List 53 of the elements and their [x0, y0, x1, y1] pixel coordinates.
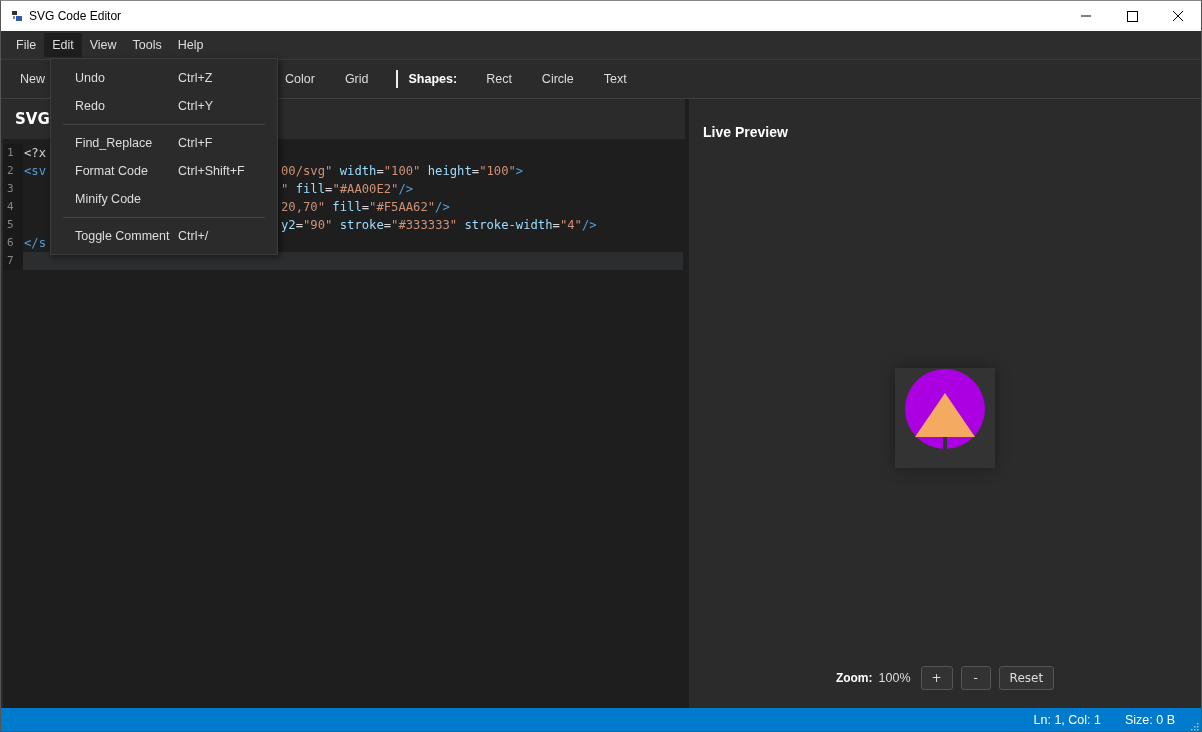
menu-option-label: Format Code — [75, 164, 149, 178]
cursor-position: Ln: 1, Col: 1 — [1033, 712, 1101, 727]
shortcut-text: Ctrl+Shift+F — [178, 164, 245, 178]
file-size: Size: 0 B — [1124, 712, 1175, 727]
zoom-button[interactable]: + — [920, 666, 953, 690]
line-number: 4 — [3, 198, 23, 216]
menu-option-label: Undo — [75, 71, 106, 85]
shortcut-text: Ctrl+/ — [178, 229, 209, 243]
menu-option-label: Toggle Comment — [75, 229, 171, 243]
menu-item[interactable]: View — [81, 33, 125, 57]
menu-option[interactable]: Undo Ctrl+Z — [51, 64, 277, 92]
code-text: </s — [24, 235, 46, 252]
code-text: <sv — [24, 163, 46, 180]
shortcut-text: Ctrl+Z — [178, 71, 213, 85]
menu-item[interactable]: File — [8, 33, 45, 57]
menu-item[interactable]: Edit — [44, 33, 82, 57]
line-number: 2 — [3, 162, 23, 180]
toolbar-button[interactable]: Circle — [530, 68, 585, 90]
menu-option[interactable]: Toggle Comment Ctrl+/ — [51, 222, 277, 250]
code-text: 20,70" fill="#F5AA62"/> — [281, 199, 450, 216]
menu-option[interactable]: Format Code Ctrl+Shift+F — [51, 157, 277, 185]
zoom-button[interactable]: - — [960, 666, 991, 690]
shortcut-text: Ctrl+Y — [178, 99, 214, 113]
menu-option-label: Redo — [75, 99, 106, 113]
line-number: 1 — [3, 144, 23, 162]
line-number: 6 — [3, 234, 23, 252]
code-text: " fill="#AA00E2"/> — [281, 181, 414, 198]
menu-option[interactable]: Minify Code — [51, 185, 277, 213]
code-text: <?x — [24, 145, 46, 162]
menu-option-label: Minify Code — [75, 192, 142, 206]
line-number: 7 — [3, 252, 23, 270]
code-text: y2="90" stroke="#333333" stroke-width="4"/> — [281, 217, 597, 234]
toolbar-button[interactable]: Text — [592, 68, 638, 90]
shortcut-text: Ctrl+F — [178, 136, 213, 150]
toolbar-label: Shapes: — [408, 72, 458, 86]
toolbar-button[interactable]: Color — [274, 68, 326, 90]
menu-item[interactable]: Help — [169, 33, 212, 57]
app-icon — [11, 10, 23, 22]
editor-title: SVG — [15, 110, 50, 128]
zoom-label: Zoom: — [835, 671, 873, 685]
toolbar-button[interactable]: Rect — [475, 68, 523, 90]
menu-option-label: Find_Replace — [75, 136, 154, 150]
zoom-value: 100% — [878, 671, 911, 685]
code-text: 00/svg" width="100" height="100"> — [281, 163, 524, 180]
preview-title: Live Preview — [703, 124, 789, 140]
line-number: 5 — [3, 216, 23, 234]
resize-grip-icon[interactable] — [1189, 721, 1199, 731]
window-title: SVG Code Editor — [29, 9, 122, 23]
line-number: 3 — [3, 180, 23, 198]
menu-option[interactable]: Redo Ctrl+Y — [51, 92, 277, 120]
menu-item[interactable]: Tools — [124, 33, 170, 57]
toolbar-button[interactable]: Grid — [333, 68, 380, 90]
zoom-button[interactable]: Reset — [998, 666, 1055, 690]
